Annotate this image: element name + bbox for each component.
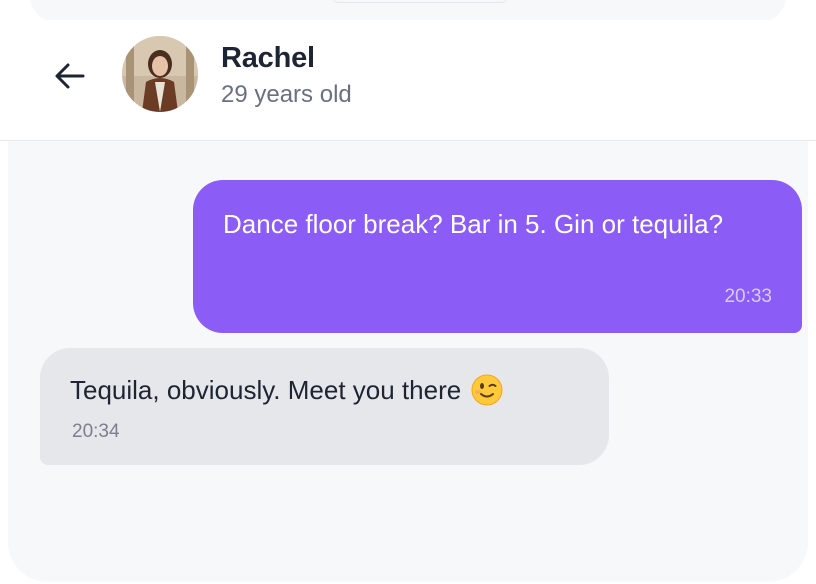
outgoing-message[interactable]: Dance floor break? Bar in 5. Gin or tequ… xyxy=(193,180,802,333)
contact-name: Rachel xyxy=(221,42,315,74)
message-text-row: Tequila, obviously. Meet you there xyxy=(70,372,503,408)
back-button[interactable] xyxy=(50,56,90,96)
message-text: Tequila, obviously. Meet you there xyxy=(70,375,462,405)
avatar[interactable] xyxy=(122,36,198,112)
top-card-edge xyxy=(30,0,786,22)
message-time: 20:33 xyxy=(724,286,772,307)
chat-header: Rachel 29 years old xyxy=(0,20,816,141)
incoming-message[interactable]: Tequila, obviously. Meet you there 20:34 xyxy=(40,348,609,465)
chat-screen: Rachel 29 years old Dance floor break? B… xyxy=(0,0,816,584)
message-text: Dance floor break? Bar in 5. Gin or tequ… xyxy=(223,209,724,239)
arrow-left-icon xyxy=(55,63,85,89)
profile-photo xyxy=(122,36,198,112)
winking-face-emoji xyxy=(471,374,503,406)
contact-age: 29 years old xyxy=(221,81,352,108)
top-handle xyxy=(332,0,508,3)
message-time: 20:34 xyxy=(72,421,120,442)
